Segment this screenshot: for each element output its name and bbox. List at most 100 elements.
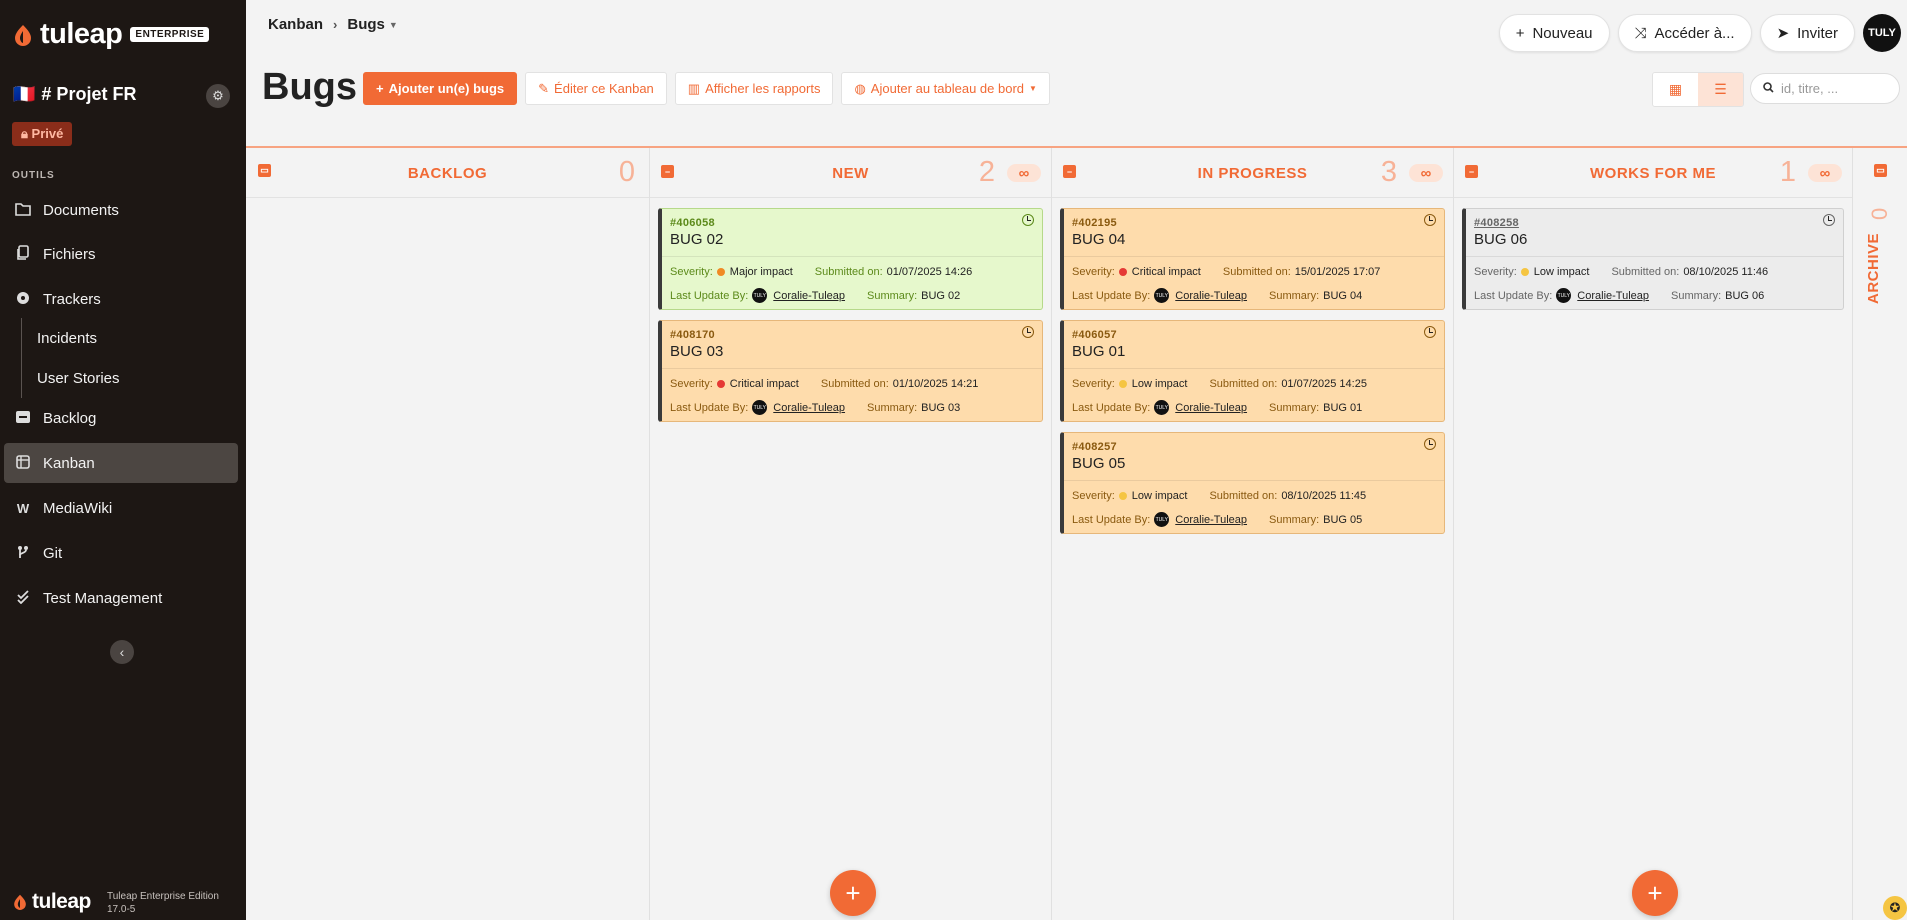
summary-label: Summary:	[1269, 401, 1320, 414]
wip-limit-badge[interactable]: ∞	[1409, 164, 1443, 182]
add-to-dashboard-button[interactable]: ◍ Ajouter au tableau de bord ▼	[841, 72, 1050, 105]
user-link[interactable]: Coralie-Tuleap	[1175, 290, 1247, 302]
grid-view-icon[interactable]: ▦	[1653, 73, 1698, 106]
edit-kanban-button[interactable]: ✎ Éditer ce Kanban	[525, 72, 667, 105]
severity-label: Severity:	[1072, 378, 1115, 390]
kanban-card[interactable]: #408258 BUG 06 Severity: Low impact Subm…	[1462, 208, 1844, 310]
lock-icon: 🔒︎	[21, 126, 28, 141]
kanban-card[interactable]: #406057 BUG 01 Severity: Low impact Subm…	[1060, 320, 1445, 422]
shuffle-icon: ⤨	[1634, 24, 1647, 42]
user-link[interactable]: Coralie-Tuleap	[773, 402, 845, 414]
sidebar-item-trackers[interactable]: Trackers	[4, 279, 238, 319]
add-card-button[interactable]: +	[830, 870, 876, 916]
summary-value: BUG 06	[1725, 289, 1765, 302]
caret-down-icon: ▼	[1029, 84, 1037, 93]
card-row-update: Last Update By: TULY Coralie-Tuleap Summ…	[1474, 288, 1837, 303]
clock-icon[interactable]	[1823, 214, 1835, 226]
help-star-icon[interactable]: ✪	[1883, 896, 1907, 920]
show-reports-label: Afficher les rapports	[705, 81, 821, 96]
show-reports-button[interactable]: ▥ Afficher les rapports	[674, 72, 834, 105]
collapse-sidebar-button[interactable]: ‹	[110, 640, 134, 664]
user-avatar: TULY	[1154, 400, 1170, 415]
summary-label: Summary:	[867, 401, 918, 414]
user-avatar[interactable]: TULY	[1863, 14, 1901, 52]
sidebar-subitem-incidents[interactable]: Incidents	[37, 330, 97, 347]
add-card-button[interactable]: +	[1632, 870, 1678, 916]
severity-label: Severity:	[1072, 490, 1115, 502]
test-management-icon	[14, 589, 32, 607]
add-bug-button[interactable]: + Ajouter un(e) bugs	[363, 72, 518, 105]
project-name[interactable]: 🇫🇷 # Projet FR	[13, 84, 136, 105]
footer-edition: Tuleap Enterprise Edition 17.0-5	[107, 890, 219, 916]
wip-limit-badge[interactable]: ∞	[1808, 164, 1842, 182]
submitted-value: 15/01/2025 17:07	[1294, 266, 1381, 278]
summary-label: Summary:	[1269, 513, 1320, 526]
column-archive[interactable]: ▭ 0 ARCHIVE	[1853, 148, 1907, 920]
card-row-update: Last Update By: TULY Coralie-Tuleap Summ…	[1072, 288, 1438, 303]
new-button[interactable]: + Nouveau	[1498, 14, 1610, 52]
kanban-card[interactable]: #402195 BUG 04 Severity: Critical impact…	[1060, 208, 1445, 310]
severity-value: Low impact	[1131, 378, 1188, 390]
card-id[interactable]: #402195	[1072, 217, 1117, 229]
column-in-progress: − IN PROGRESS 3 ∞ #402195 BUG 04 Severit…	[1052, 148, 1454, 920]
breadcrumb: Kanban › Bugs ▼	[268, 16, 398, 33]
sidebar: tuleap ENTERPRISE 🇫🇷 # Projet FR ⚙ 🔒︎ Pr…	[0, 0, 246, 920]
tools-section-title: OUTILS	[12, 170, 55, 181]
user-link[interactable]: Coralie-Tuleap	[1175, 402, 1247, 414]
submitted-value: 08/10/2025 11:45	[1281, 490, 1367, 502]
kanban-card[interactable]: #408257 BUG 05 Severity: Low impact Subm…	[1060, 432, 1445, 534]
paper-plane-icon: ➤	[1776, 25, 1790, 42]
folder-icon	[14, 202, 32, 219]
column-count: 0	[618, 156, 635, 188]
card-id[interactable]: #408258	[1474, 217, 1519, 229]
card-id[interactable]: #408257	[1072, 441, 1117, 453]
clock-icon[interactable]	[1022, 214, 1034, 226]
sidebar-subitem-user-stories[interactable]: User Stories	[37, 370, 120, 387]
goto-button[interactable]: ⤨ Accéder à...	[1617, 14, 1752, 52]
card-id[interactable]: #406057	[1072, 329, 1117, 341]
card-id[interactable]: #408170	[670, 329, 715, 341]
card-id[interactable]: #406058	[670, 217, 715, 229]
user-link[interactable]: Coralie-Tuleap	[1175, 514, 1247, 526]
backlog-icon	[14, 410, 32, 427]
submitted-label: Submitted on:	[814, 266, 883, 278]
sidebar-item-documents[interactable]: Documents	[4, 190, 238, 230]
clock-icon[interactable]	[1022, 326, 1034, 338]
clock-icon[interactable]	[1424, 438, 1436, 450]
card-row-update: Last Update By: TULY Coralie-Tuleap Summ…	[670, 288, 1036, 303]
kanban-card[interactable]: #408170 BUG 03 Severity: Critical impact…	[658, 320, 1043, 422]
wip-limit-badge[interactable]: ∞	[1007, 164, 1041, 182]
clock-icon[interactable]	[1424, 214, 1436, 226]
caret-down-icon[interactable]: ▼	[389, 20, 398, 30]
severity-value: Low impact	[1533, 266, 1590, 278]
card-title: BUG 05	[1072, 455, 1126, 472]
list-view-icon[interactable]: ☰	[1698, 73, 1743, 106]
gear-icon[interactable]: ⚙	[206, 84, 230, 108]
add-bug-label: Ajouter un(e) bugs	[388, 81, 505, 96]
user-avatar: TULY	[752, 288, 768, 303]
column-title: ARCHIVE	[1865, 232, 1882, 304]
severity-value: Low impact	[1131, 490, 1188, 502]
sidebar-item-test-management[interactable]: Test Management	[4, 578, 238, 618]
search-input[interactable]	[1781, 81, 1891, 96]
search-box	[1750, 73, 1900, 104]
edition-version: 17.0-5	[107, 904, 136, 915]
submitted-label: Submitted on:	[1611, 266, 1680, 278]
submitted-label: Submitted on:	[1222, 266, 1291, 278]
tuleap-logo[interactable]: tuleap ENTERPRISE	[12, 18, 210, 51]
sidebar-item-kanban[interactable]: Kanban	[4, 443, 238, 483]
sidebar-item-backlog[interactable]: Backlog	[4, 398, 238, 438]
clock-icon[interactable]	[1424, 326, 1436, 338]
invite-button[interactable]: ➤ Inviter	[1759, 14, 1855, 52]
user-link[interactable]: Coralie-Tuleap	[773, 290, 845, 302]
breadcrumb-kanban[interactable]: Kanban	[268, 16, 323, 33]
user-avatar: TULY	[1154, 288, 1170, 303]
sidebar-item-fichiers[interactable]: Fichiers	[4, 234, 238, 274]
user-link[interactable]: Coralie-Tuleap	[1577, 290, 1649, 302]
sidebar-item-git[interactable]: Git	[4, 533, 238, 573]
sidebar-item-mediawiki[interactable]: W MediaWiki	[4, 488, 238, 528]
kanban-card[interactable]: #406058 BUG 02 Severity: Major impact Su…	[658, 208, 1043, 310]
pencil-icon: ✎	[538, 80, 550, 96]
breadcrumb-bugs[interactable]: Bugs	[347, 16, 385, 33]
mediawiki-icon: W	[16, 500, 30, 516]
